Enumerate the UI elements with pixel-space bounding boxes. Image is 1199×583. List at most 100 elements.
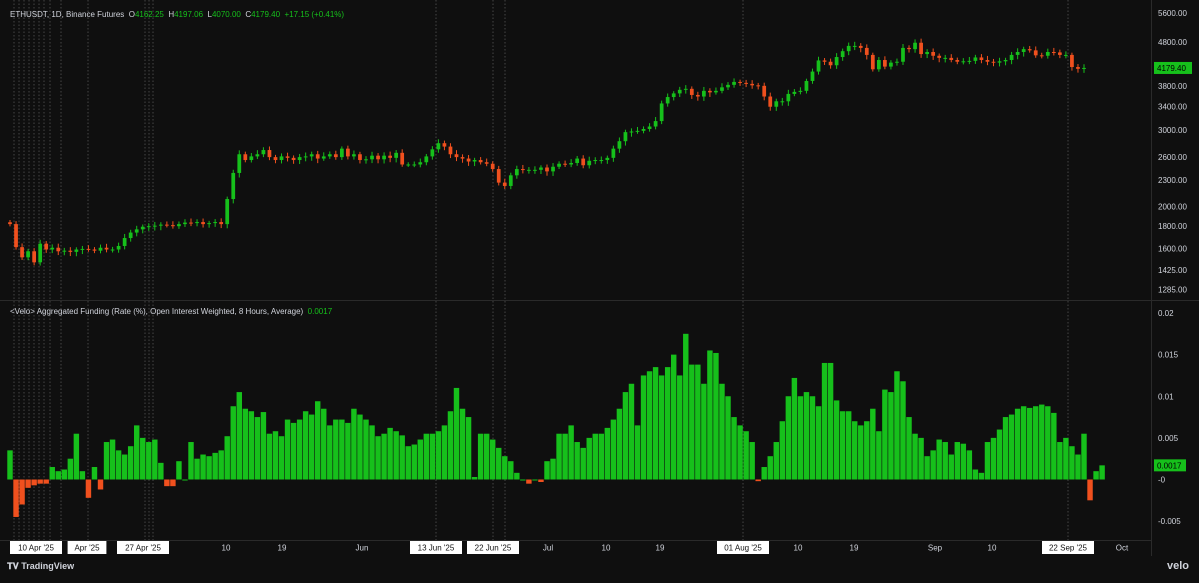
candle-body bbox=[382, 155, 386, 160]
funding-bar bbox=[737, 425, 743, 480]
funding-bar bbox=[1020, 406, 1027, 480]
funding-bar bbox=[936, 439, 942, 480]
funding-bar bbox=[580, 447, 586, 480]
candle-body bbox=[780, 101, 785, 103]
funding-bar bbox=[882, 389, 888, 480]
funding-bar bbox=[719, 383, 725, 480]
funding-bar bbox=[894, 371, 900, 480]
candle-body bbox=[635, 130, 640, 132]
funding-bar bbox=[502, 456, 508, 480]
candle-body bbox=[249, 156, 254, 161]
funding-bar bbox=[308, 414, 315, 480]
candle-body bbox=[629, 131, 634, 133]
candle-body bbox=[442, 143, 447, 147]
candle-body bbox=[720, 87, 724, 91]
chart-svg[interactable]: 5600.004800.004200.003800.003400.003000.… bbox=[0, 0, 1199, 578]
tradingview-logo[interactable]: 𝐓𝐕 TradingView bbox=[7, 561, 74, 572]
time-tick-label: 19 bbox=[850, 544, 859, 553]
funding-bar bbox=[526, 479, 532, 484]
funding-bar bbox=[809, 396, 816, 480]
candle-body bbox=[303, 156, 308, 158]
candle-body bbox=[50, 247, 55, 250]
tradingview-label: TradingView bbox=[21, 561, 75, 571]
candle-body bbox=[907, 47, 911, 50]
time-tick-label: 10 bbox=[222, 544, 231, 553]
funding-bar bbox=[85, 479, 92, 498]
candle-body bbox=[744, 82, 748, 84]
funding-bar bbox=[1039, 404, 1045, 480]
candle-body bbox=[56, 247, 61, 252]
funding-bar bbox=[212, 452, 218, 480]
funding-bar bbox=[658, 375, 665, 480]
candle-body bbox=[134, 229, 139, 233]
candle-body bbox=[26, 251, 30, 258]
candle-body bbox=[768, 96, 773, 107]
funding-bar bbox=[496, 447, 502, 480]
candle-body bbox=[665, 97, 670, 104]
candle-body bbox=[183, 222, 187, 225]
funding-bar bbox=[164, 479, 170, 487]
candle-body bbox=[8, 222, 12, 225]
funding-bar bbox=[556, 433, 562, 480]
funding-bar bbox=[49, 467, 55, 480]
candle-body bbox=[418, 162, 423, 165]
time-tick-label: 19 bbox=[278, 544, 287, 553]
candle-body bbox=[207, 223, 211, 225]
funding-bar bbox=[321, 408, 327, 480]
funding-bar bbox=[447, 411, 454, 480]
funding-bar bbox=[248, 411, 255, 480]
candle-body bbox=[726, 84, 730, 88]
candle-body bbox=[165, 224, 169, 226]
funding-bar bbox=[839, 411, 846, 480]
funding-bar bbox=[610, 419, 617, 480]
funding-tick-label: -0 bbox=[1158, 476, 1166, 485]
candle-body bbox=[943, 57, 948, 59]
candle-body bbox=[32, 251, 37, 263]
candle-body bbox=[955, 60, 960, 62]
price-tick-label: 1600.00 bbox=[1158, 244, 1187, 253]
candle-body bbox=[858, 45, 863, 48]
chart-stage[interactable]: 5600.004800.004200.003800.003400.003000.… bbox=[0, 0, 1199, 578]
candle-body bbox=[508, 175, 513, 186]
candle-body bbox=[104, 247, 109, 250]
funding-bar bbox=[146, 442, 152, 480]
funding-bar bbox=[393, 431, 399, 480]
price-tick-label: 5600.00 bbox=[1158, 9, 1187, 18]
funding-bar bbox=[19, 479, 25, 505]
candle-body bbox=[804, 80, 809, 91]
candle-body bbox=[925, 52, 929, 55]
funding-bar bbox=[471, 477, 478, 480]
funding-bar bbox=[972, 469, 979, 480]
open-value: 4162.25 bbox=[134, 10, 164, 19]
indicator-title: <Velo> Aggregated Funding (Rate (%), Ope… bbox=[10, 307, 304, 316]
funding-bar bbox=[453, 387, 460, 480]
funding-bar bbox=[140, 437, 146, 480]
funding-bar bbox=[562, 433, 568, 480]
funding-bar bbox=[785, 396, 792, 480]
funding-tick-label: 0.015 bbox=[1158, 351, 1179, 360]
funding-bar bbox=[260, 412, 267, 480]
funding-bar bbox=[1026, 407, 1033, 480]
funding-bar bbox=[441, 425, 448, 480]
candle-body bbox=[1039, 55, 1044, 57]
candle-body bbox=[846, 45, 851, 52]
funding-bar bbox=[544, 461, 550, 480]
candle-body bbox=[424, 156, 429, 163]
funding-bar bbox=[381, 433, 387, 480]
candle-body bbox=[177, 224, 181, 227]
funding-bar bbox=[532, 479, 538, 481]
funding-bar bbox=[695, 364, 701, 480]
funding-bar bbox=[1045, 406, 1051, 480]
funding-bar bbox=[230, 406, 236, 480]
funding-bar bbox=[640, 375, 647, 480]
funding-bar bbox=[266, 433, 273, 480]
candle-body bbox=[901, 47, 905, 62]
candle-body bbox=[641, 128, 646, 131]
time-tick-label: 01 Aug '25 bbox=[724, 544, 762, 553]
price-tick-label: 1800.00 bbox=[1158, 222, 1187, 231]
funding-bar bbox=[176, 461, 182, 480]
candle-body bbox=[599, 160, 604, 162]
candle-body bbox=[122, 238, 127, 246]
candle-body bbox=[1015, 52, 1020, 55]
funding-bar bbox=[713, 352, 719, 480]
